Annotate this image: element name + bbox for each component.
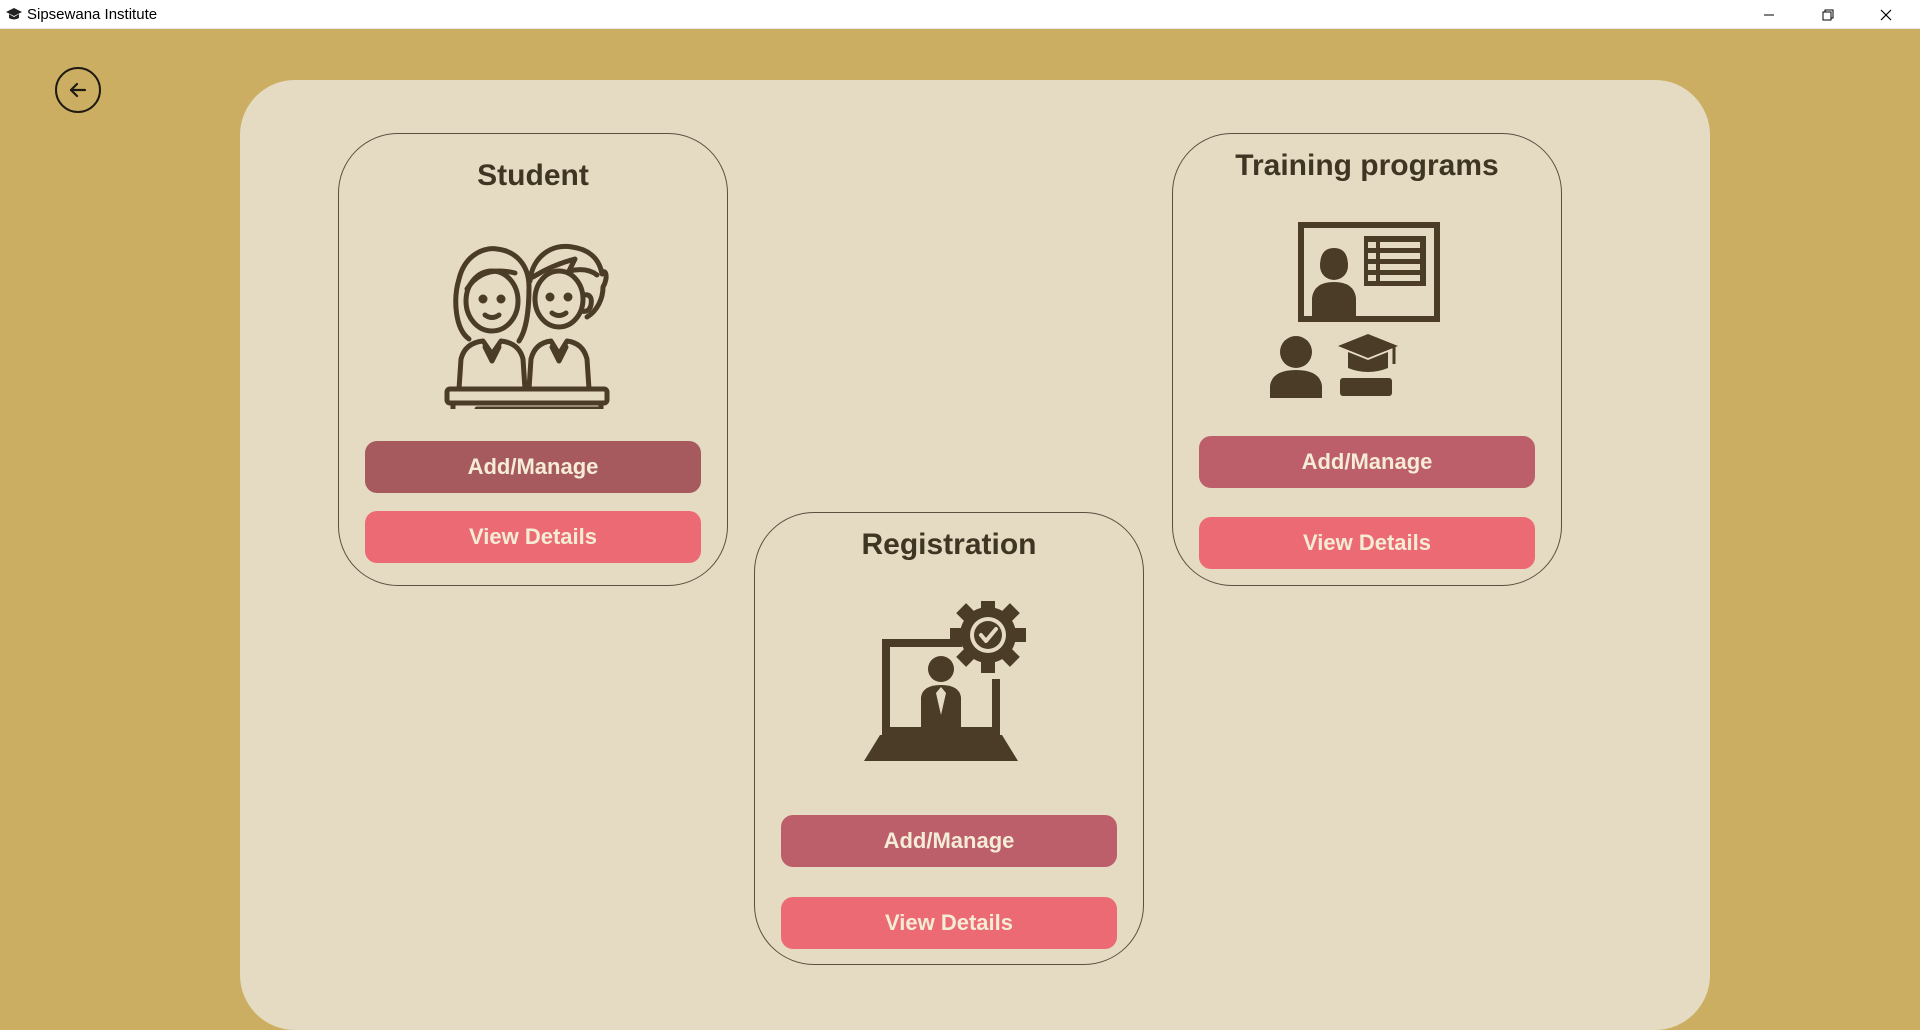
back-button[interactable] <box>55 67 101 113</box>
training-add-manage-button[interactable]: Add/Manage <box>1199 436 1535 488</box>
online-training-icon <box>1270 222 1440 398</box>
student-card: Student Add/Manage View Details <box>338 133 728 586</box>
minimize-icon <box>1764 14 1774 15</box>
close-icon <box>1880 9 1892 20</box>
student-card-title: Student <box>477 159 589 192</box>
minimize-button[interactable] <box>1740 0 1798 29</box>
student-view-details-button[interactable]: View Details <box>365 511 701 563</box>
window-title: Sipsewana Institute <box>27 6 158 23</box>
graduation-cap-icon <box>6 8 22 20</box>
registration-card-title: Registration <box>861 528 1037 561</box>
laptop-registration-icon <box>864 601 1026 761</box>
registration-view-details-button[interactable]: View Details <box>781 897 1117 949</box>
registration-card: Registration Add/Manage View Details <box>754 512 1144 965</box>
training-card-title: Training programs <box>1235 149 1499 182</box>
registration-add-manage-button[interactable]: Add/Manage <box>781 815 1117 867</box>
window-titlebar: Sipsewana Institute <box>0 0 1920 29</box>
main-panel: Student Add/Manage View Details Registra… <box>240 80 1710 1030</box>
restore-button[interactable] <box>1799 0 1857 29</box>
restore-icon <box>1822 9 1834 20</box>
training-card: Training programs Add/Manage View Detail… <box>1172 133 1562 586</box>
close-button[interactable] <box>1857 0 1915 29</box>
students-icon <box>444 243 610 409</box>
back-arrow-icon <box>69 82 87 98</box>
student-add-manage-button[interactable]: Add/Manage <box>365 441 701 493</box>
training-view-details-button[interactable]: View Details <box>1199 517 1535 569</box>
